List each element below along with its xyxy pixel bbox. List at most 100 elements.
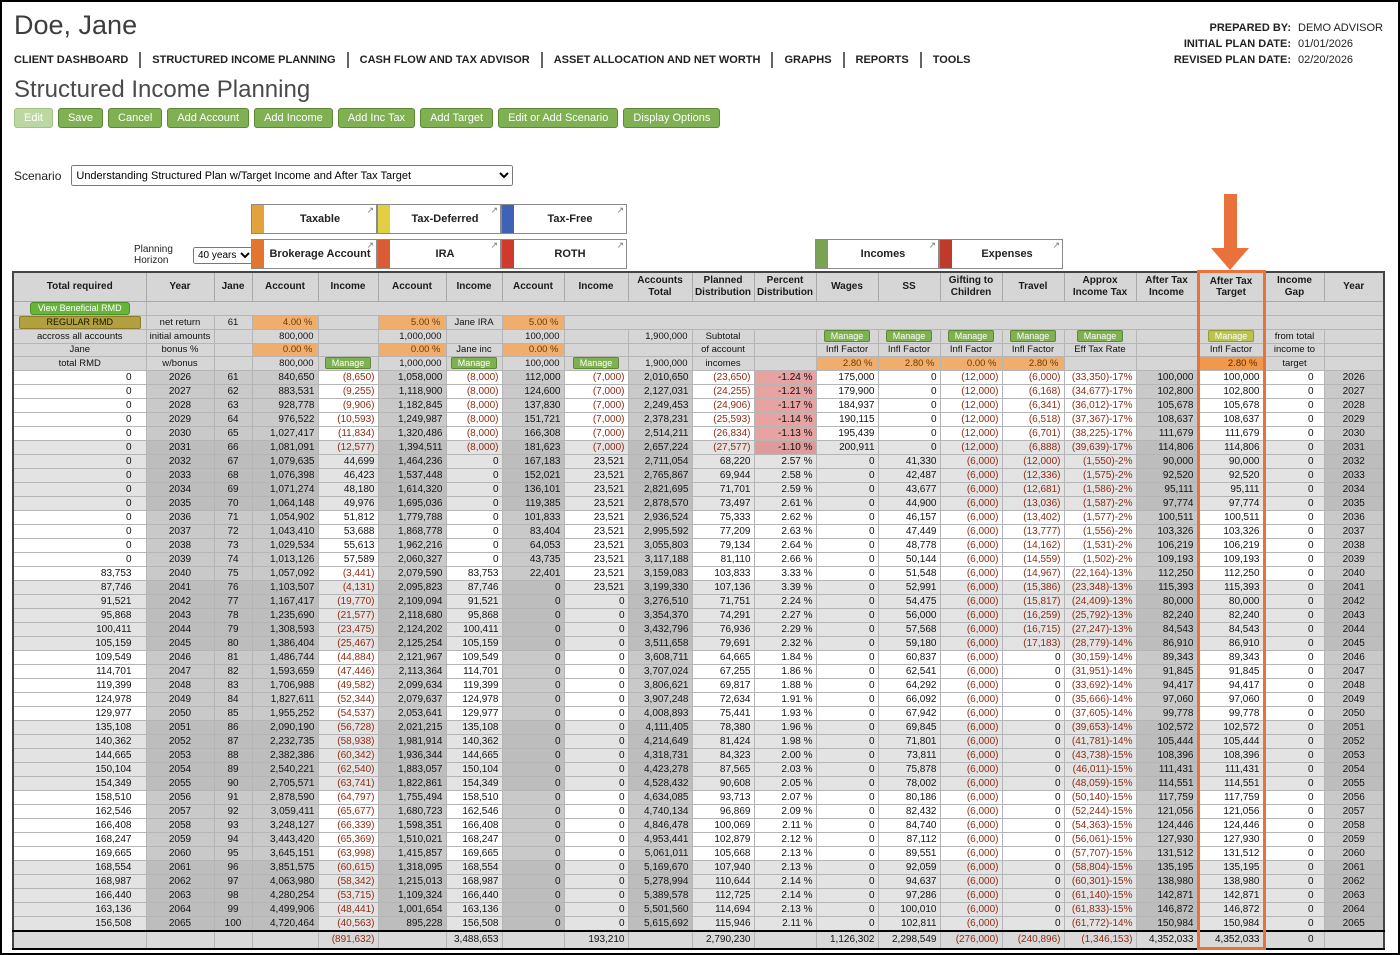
cell: 1,320,486 [377,426,447,441]
expenses-expand-icon[interactable]: ↗ [1052,240,1060,251]
cell: 146,872 [1196,902,1266,917]
total-cell: 4,352,033 [1196,930,1266,950]
manage-travel-button[interactable]: Manage [1009,330,1057,342]
cell: 0 [877,370,941,385]
nav-client-dashboard[interactable]: CLIENT DASHBOARD [14,52,139,68]
roth-net-return[interactable]: 5.00 % [501,315,565,330]
cell: 152,021 [501,468,565,483]
cell: 1.91 % [753,692,817,707]
after-tax-target-infl-value[interactable]: 2.80 % [1196,356,1266,371]
cell: 0 [1263,370,1325,385]
cell: 94,637 [877,874,941,889]
cell: 1,962,216 [377,538,447,553]
cell: 57,568 [877,622,941,637]
edit-button[interactable]: Edit [14,108,53,128]
cell: 97,286 [877,888,941,903]
cell: 0 [815,454,879,469]
cell: 62,541 [877,664,941,679]
scenario-select[interactable]: Understanding Structured Plan w/Target I… [71,165,514,186]
manage-gifting-button[interactable]: Manage [947,330,995,342]
col-header-ss: SS [877,271,941,302]
taxable-expand-icon[interactable]: ↗ [366,205,374,216]
gifting-infl-value[interactable]: 0.00 % [939,356,1003,371]
cell: (7,000) [563,440,629,455]
cell: (24,255) [691,384,755,399]
cell: 1,064,148 [251,496,319,511]
tax-free-expand-icon[interactable]: ↗ [616,205,624,216]
gifting-infl-factor-label: Infl Factor [939,343,1003,357]
cell: 47,449 [877,524,941,539]
add-inc-tax-button[interactable]: Add Inc Tax [337,108,416,128]
add-income-button[interactable]: Add Income [254,108,333,128]
cancel-button[interactable]: Cancel [108,108,163,128]
save-button[interactable]: Save [57,108,104,128]
ira-bonus[interactable]: 0.00 % [377,343,447,357]
add-account-button[interactable]: Add Account [167,108,250,128]
display-options-button[interactable]: Display Options [623,108,721,128]
manage-after-tax-target-button[interactable]: Manage [1207,330,1255,342]
cell: 144,665 [12,748,147,763]
manage-ss-button[interactable]: Manage [885,330,933,342]
cell: 103,326 [1196,524,1266,539]
cell: 0 [445,524,503,539]
cell: 23,521 [563,524,629,539]
cell: 135,195 [1135,860,1199,875]
brokerage-expand-icon[interactable]: ↗ [366,240,374,251]
cell: 67,942 [877,706,941,721]
ira-net-return[interactable]: 5.00 % [377,315,447,330]
cell: 0 [1263,482,1325,497]
nav-graphs[interactable]: GRAPHS [771,52,842,68]
cell: 2,540,221 [251,762,319,777]
add-target-button[interactable]: Add Target [420,108,494,128]
cell: (14,162) [1001,538,1065,553]
manage-ira-income-button[interactable]: Manage [450,357,498,369]
cell: 111,679 [1196,426,1266,441]
incomes-group-box: Incomes ↗ [815,239,939,269]
cell: 2044 [145,622,215,637]
manage-wages-button[interactable]: Manage [823,330,871,342]
incomes-expand-icon[interactable]: ↗ [928,240,936,251]
travel-infl-value[interactable]: 2.80 % [1001,356,1065,371]
brokerage-net-return[interactable]: 4.00 % [251,315,319,330]
ss-infl-value[interactable]: 2.80 % [877,356,941,371]
manage-brokerage-income-button[interactable]: Manage [324,357,372,369]
edit-or-add-scenario-button[interactable]: Edit or Add Scenario [498,108,619,128]
cell: 2062 [1323,874,1385,889]
cell: 0 [815,748,879,763]
cell: 87,746 [445,580,503,595]
planning-horizon-select[interactable]: 40 years [193,246,254,264]
cell: 0 [12,370,147,385]
tax-deferred-expand-icon[interactable]: ↗ [490,205,498,216]
scenario-row: Scenario Understanding Structured Plan w… [14,165,514,186]
plan-row-2026: 0 2026 61 840,650 (8,650) 1,058,000 (8,000) 112… [12,370,1385,385]
nav-tools[interactable]: TOOLS [919,52,982,68]
brokerage-bonus[interactable]: 0.00 % [251,343,319,357]
cell: (15,817) [1001,594,1065,609]
cell: 75,333 [691,510,755,525]
cell: 2065 [145,916,215,932]
wages-infl-value[interactable]: 2.80 % [815,356,879,371]
cell: (26,834) [691,426,755,441]
ira-expand-icon[interactable]: ↗ [490,240,498,251]
roth-expand-icon[interactable]: ↗ [616,240,624,251]
nav-reports[interactable]: REPORTS [842,52,920,68]
cell: 1,043,410 [251,524,319,539]
cell: (6,000) [939,888,1003,903]
cell: 23,521 [563,482,629,497]
cell: 124,446 [1196,818,1266,833]
nav-asset-allocation-and-net-worth[interactable]: ASSET ALLOCATION AND NET WORTH [540,52,772,68]
cell: 124,446 [1135,818,1199,833]
nav-cash-flow-and-tax-advisor[interactable]: CASH FLOW AND TAX ADVISOR [346,52,541,68]
manage-roth-income-button[interactable]: Manage [572,357,620,369]
regular-rmd-button[interactable]: REGULAR RMD [19,316,141,329]
net-return-label: net return [145,315,215,330]
cell: 2028 [145,398,215,413]
cell: -1.14 % [753,412,817,427]
view-beneficial-rmd-button[interactable]: View Beneficial RMD [29,302,130,315]
nav-structured-income-planning[interactable]: STRUCTURED INCOME PLANNING [139,52,346,68]
manage-income-tax-button[interactable]: Manage [1076,330,1124,342]
roth-bonus[interactable]: 0.00 % [501,343,565,357]
cell: 2046 [145,650,215,665]
cell: 127,930 [1135,832,1199,847]
plan-row-2043: 95,868 2043 78 1,235,690 (21,577) 2,118,680 95… [12,608,1385,623]
